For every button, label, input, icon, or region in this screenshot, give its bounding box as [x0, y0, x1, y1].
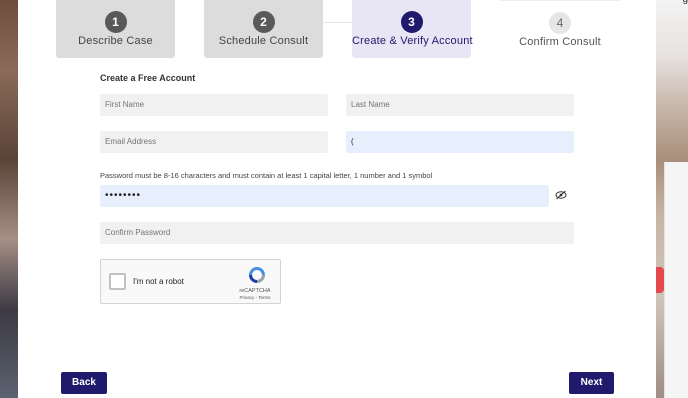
stepper-connector — [323, 22, 352, 23]
recaptcha-label: I'm not a robot — [133, 277, 184, 286]
background-panel — [664, 162, 688, 398]
step-label: Describe Case — [78, 35, 153, 47]
phone-input[interactable] — [346, 131, 574, 153]
last-name-input[interactable] — [346, 94, 574, 116]
step-number: 3 — [400, 11, 423, 33]
step-label: Schedule Consult — [218, 35, 309, 47]
recaptcha-logo-icon — [249, 267, 265, 283]
password-input[interactable] — [100, 185, 549, 207]
form-title: Create a Free Account — [100, 73, 196, 83]
password-hint: Password must be 8-16 characters and mus… — [100, 171, 433, 180]
recaptcha-brand: reCAPTCHA — [239, 288, 271, 294]
step-describe-case[interactable]: 1 Describe Case — [56, 0, 175, 58]
step-label: Confirm Consult — [519, 36, 601, 48]
signup-modal: 1 Describe Case 2 Schedule Consult 3 Cre… — [18, 0, 656, 398]
next-button[interactable]: Next — [569, 372, 614, 394]
background-accent-tab — [656, 267, 664, 293]
step-number: 2 — [252, 11, 275, 33]
step-label: Create & Verify Account — [352, 35, 473, 47]
step-schedule-consult[interactable]: 2 Schedule Consult — [204, 0, 323, 58]
background-text: g — [682, 0, 688, 5]
eye-icon[interactable] — [555, 190, 567, 200]
background-photo-left — [0, 0, 18, 398]
step-number: 1 — [104, 11, 127, 33]
confirm-password-input[interactable] — [100, 222, 574, 244]
recaptcha-terms-link[interactable]: Privacy - Terms — [231, 295, 279, 300]
recaptcha-widget: I'm not a robot reCAPTCHA Privacy - Term… — [100, 259, 281, 304]
step-create-verify-account: 3 Create & Verify Account — [352, 0, 473, 58]
step-number: 4 — [549, 12, 571, 34]
back-button[interactable]: Back — [61, 372, 107, 394]
email-input[interactable] — [100, 131, 328, 153]
recaptcha-checkbox[interactable] — [109, 273, 126, 290]
step-confirm-consult: 4 Confirm Consult — [500, 0, 620, 58]
first-name-input[interactable] — [100, 94, 328, 116]
